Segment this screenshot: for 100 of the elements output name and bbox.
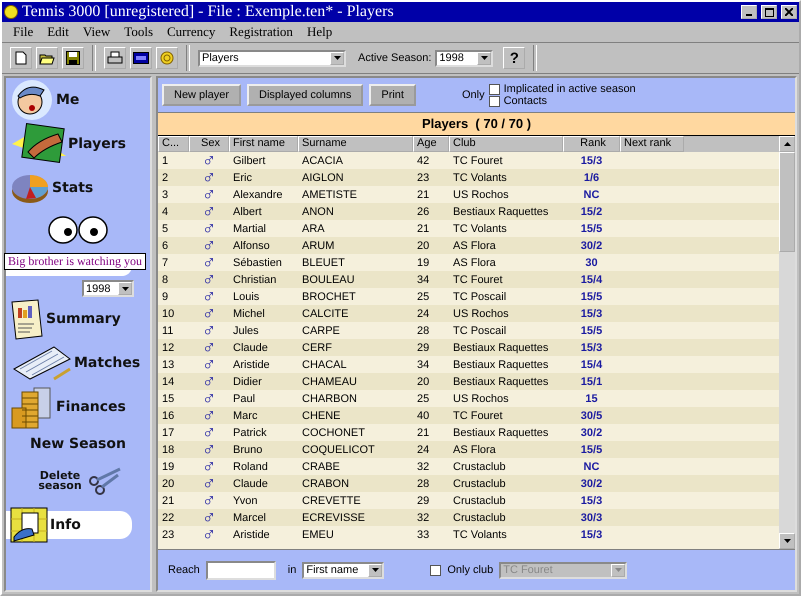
table-cell-text: Bestiaux Raquettes	[452, 426, 550, 438]
table-cell-text: 34	[416, 274, 430, 286]
table-cell-text: COQUELICOT	[301, 444, 376, 456]
table-cell-text: Gilbert	[232, 154, 266, 166]
save-button[interactable]	[62, 47, 84, 69]
male-symbol: ♂	[200, 220, 218, 237]
column-header[interactable]: Surname	[298, 136, 413, 152]
table-cell-text: 29	[416, 494, 430, 506]
column-header[interactable]: First name	[229, 136, 298, 152]
rank-cell-text: 15/3	[580, 342, 604, 354]
table-cell-text: CHARBON	[301, 392, 358, 404]
menu-item[interactable]: Help	[300, 24, 340, 40]
table-cell-text: Crustaclub	[452, 478, 507, 490]
table-cell-text: 5	[161, 222, 170, 234]
table-cell-text: AMETISTE	[301, 188, 358, 200]
close-button[interactable]	[781, 5, 797, 19]
sidebar-item[interactable]: Stats	[6, 166, 150, 210]
rank-cell-text: 15/3	[580, 528, 604, 540]
table-cell-text: 20	[416, 376, 430, 388]
menu-item[interactable]: View	[76, 24, 118, 40]
checkbox[interactable]	[488, 84, 500, 94]
open-folder-button[interactable]	[36, 47, 58, 69]
scrollbar-thumb[interactable]	[779, 152, 795, 252]
table-cell-text: Bestiaux Raquettes	[452, 358, 550, 370]
table-cell-text: TC Fouret	[452, 154, 504, 166]
table-cell-text: 21	[416, 188, 430, 200]
sidebar-item[interactable]: Finances	[6, 385, 150, 429]
minimize-button[interactable]	[741, 5, 757, 19]
table-cell-text: 15	[161, 392, 176, 404]
scroll-up-icon	[784, 142, 790, 146]
checkbox-label: Contacts	[504, 95, 548, 107]
column-header[interactable]: Next rank	[620, 136, 684, 152]
folder-icon	[39, 52, 55, 64]
rank-cell-text: 15/3	[580, 154, 604, 166]
sidebar-item[interactable]: New Season	[6, 429, 150, 459]
rank-cell-text: 30/2	[580, 426, 604, 438]
action-button[interactable]: Print	[369, 84, 416, 106]
table-cell-text: CRABON	[301, 478, 350, 490]
menu-item[interactable]: Edit	[40, 24, 76, 40]
table-cell-text: CALCITE	[301, 308, 350, 320]
table-cell-text: Aristide	[232, 358, 271, 370]
table-cell-text: 28	[416, 478, 430, 490]
view-dropdown[interactable]: Players	[198, 50, 346, 66]
search-field[interactable]	[206, 560, 276, 580]
table-cell-text: Claude	[232, 478, 269, 490]
table-cell-text: Bestiaux Raquettes	[452, 376, 550, 388]
window-button[interactable]	[130, 47, 152, 69]
sidebar-item[interactable]: Summary	[6, 297, 150, 341]
menu-item[interactable]: Tools	[117, 24, 160, 40]
table-cell-text: US Rochos	[452, 308, 510, 320]
column-header[interactable]: C...	[158, 136, 189, 152]
table-cell-text: Eric	[232, 172, 253, 184]
sidebar-item[interactable]: Players	[6, 122, 150, 166]
table-cell-text: 34	[416, 358, 430, 370]
table-cell-text: Crustaclub	[452, 512, 507, 524]
male-symbol: ♂	[200, 526, 218, 543]
male-symbol: ♂	[200, 254, 218, 271]
table-cell-text: Didier	[232, 376, 263, 388]
coin-button[interactable]	[156, 47, 178, 69]
column-header[interactable]: Sex	[189, 136, 229, 152]
column-header[interactable]: Rank	[563, 136, 620, 152]
field-dropdown[interactable]: First name	[302, 562, 384, 578]
help-button[interactable]: ?	[503, 47, 526, 69]
new-file-button[interactable]	[10, 47, 32, 69]
rank-cell-text: 15/5	[580, 324, 604, 336]
window-icon	[133, 52, 149, 64]
menu-item[interactable]: Currency	[160, 24, 222, 40]
table-cell-text: Crustaclub	[452, 460, 507, 472]
table-cell-text: 12	[161, 342, 176, 354]
menu-item[interactable]: File	[6, 24, 40, 40]
maximize-button[interactable]	[761, 5, 777, 19]
rank-cell-text: 15/4	[580, 358, 604, 370]
sidebar-item[interactable]: Delete season	[6, 459, 150, 503]
action-button[interactable]: Displayed columns	[247, 84, 364, 106]
action-button[interactable]: New player	[162, 84, 242, 106]
scrollbar[interactable]	[779, 136, 795, 549]
print-button[interactable]	[104, 47, 126, 69]
sidebar-item[interactable]: Matches	[6, 341, 150, 385]
printer-icon	[107, 51, 123, 65]
season-dropdown[interactable]: 1998	[435, 50, 494, 66]
cartoon-figure-icon	[10, 78, 54, 122]
rank-cell-text: 30/2	[580, 478, 604, 490]
column-header[interactable]: Club	[449, 136, 563, 152]
table-cell-text: 25	[416, 392, 430, 404]
season-dropdown[interactable]: 1998	[82, 280, 134, 297]
table-cell-text: 9	[161, 290, 170, 302]
male-symbol: ♂	[200, 169, 218, 186]
table-cell-text: 40	[416, 410, 430, 422]
table-cell-text: 20	[161, 478, 176, 490]
table-cell-text: Patrick	[232, 426, 268, 438]
table-cell-text: 17	[161, 426, 176, 438]
menu-item[interactable]: Registration	[222, 24, 300, 40]
column-header[interactable]: Age	[413, 136, 449, 152]
table-cell-text: CRABE	[301, 460, 341, 472]
male-symbol: ♂	[200, 492, 218, 509]
blank-page-icon	[15, 51, 27, 65]
checkbox[interactable]	[430, 564, 442, 576]
checkbox[interactable]	[488, 96, 500, 106]
sidebar-item[interactable]: Me	[6, 78, 150, 122]
table-cell-text: Martial	[232, 222, 268, 234]
